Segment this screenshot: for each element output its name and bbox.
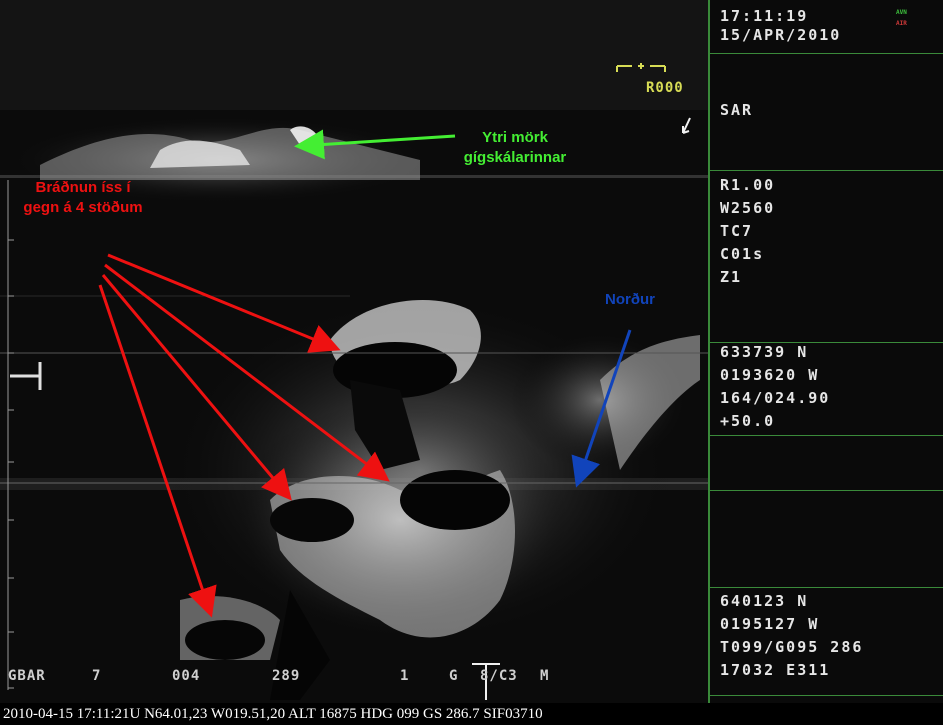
rim-annotation: Ytri mörk gígskálarinnar <box>463 129 567 166</box>
air-indicator: AIR <box>896 20 907 27</box>
aircraft-track: T099/G095 286 <box>720 638 864 656</box>
divider <box>710 490 943 491</box>
target-lon: 0193620 W <box>720 366 820 384</box>
avn-indicator: AVN <box>896 9 907 16</box>
setting-c: C01s <box>720 245 765 263</box>
status-panel: 17:11:19 15/APR/2010 AVN AIR SAR R1.00 W… <box>708 0 943 703</box>
target-bearing: 164/024.90 <box>720 389 831 407</box>
bottom-row-0: GBAR <box>8 668 46 684</box>
setting-width: W2560 <box>720 199 776 217</box>
bottom-row-3: 289 <box>272 668 301 684</box>
bottom-row-1: 7 <box>92 668 102 684</box>
bottom-row-7: M <box>540 668 550 684</box>
target-elev: +50.0 <box>720 412 776 430</box>
sar-image-area: Ytri mörk gígskálarinnar Bráðnun íss í g… <box>0 0 708 703</box>
setting-zoom: Z1 <box>720 268 743 286</box>
aircraft-alt: 17032 E311 <box>720 661 831 679</box>
caption-bar: 2010-04-15 17:11:21U N64.01,23 W019.51,2… <box>0 703 943 725</box>
bottom-row-4: 1 <box>400 668 410 684</box>
aircraft-lat: 640123 N <box>720 592 809 610</box>
sar-radar-image <box>0 0 708 703</box>
divider <box>710 170 943 171</box>
divider <box>710 53 943 54</box>
bottom-row-6: 8/C3 <box>480 668 518 684</box>
reticle-label: R000 <box>646 80 684 96</box>
aircraft-lon: 0195127 W <box>720 615 820 633</box>
divider <box>710 695 943 696</box>
bottom-row-2: 004 <box>172 668 201 684</box>
north-annotation: Norður <box>605 291 655 308</box>
melt-annotation: Bráðnun íss í gegn á 4 stöðum <box>23 179 143 216</box>
mode-readout: SAR <box>720 101 754 119</box>
divider <box>710 587 943 588</box>
bottom-row-5: G <box>449 668 459 684</box>
sar-display: Ytri mörk gígskálarinnar Bráðnun íss í g… <box>0 0 943 703</box>
setting-range: R1.00 <box>720 176 776 194</box>
setting-tc: TC7 <box>720 222 754 240</box>
divider <box>710 435 943 436</box>
date-readout: 15/APR/2010 <box>720 26 842 44</box>
target-lat: 633739 N <box>720 343 809 361</box>
